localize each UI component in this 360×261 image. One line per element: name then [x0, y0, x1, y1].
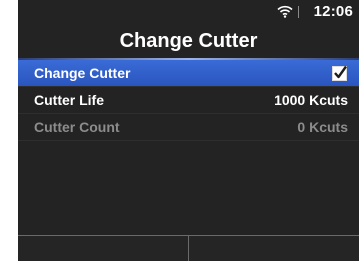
menu-item-label: Change Cutter	[34, 65, 131, 81]
menu-item-cutter-count: Cutter Count 0 Kcuts	[18, 114, 359, 141]
cutter-life-value: 1000 Kcuts	[274, 92, 348, 108]
printer-display-screen: 12:06 Change Cutter Change Cutter Cutter…	[18, 0, 359, 261]
softkey-bar	[18, 235, 359, 261]
wifi-icon	[277, 5, 293, 18]
checkmark-icon	[334, 65, 347, 79]
cutter-count-value: 0 Kcuts	[297, 119, 348, 135]
settings-menu: Change Cutter Cutter Life 1000 Kcuts Cut…	[18, 60, 359, 141]
menu-item-label: Cutter Count	[34, 119, 120, 135]
menu-item-cutter-life[interactable]: Cutter Life 1000 Kcuts	[18, 87, 359, 114]
change-cutter-checkbox[interactable]	[332, 65, 347, 81]
status-bar: 12:06	[18, 0, 359, 24]
menu-item-label: Cutter Life	[34, 92, 104, 108]
menu-item-change-cutter[interactable]: Change Cutter	[18, 60, 359, 87]
status-divider	[298, 6, 299, 18]
softkey-left[interactable]	[18, 236, 188, 261]
softkey-right[interactable]	[189, 236, 359, 261]
page-title: Change Cutter	[119, 30, 258, 52]
clock: 12:06	[313, 3, 353, 20]
